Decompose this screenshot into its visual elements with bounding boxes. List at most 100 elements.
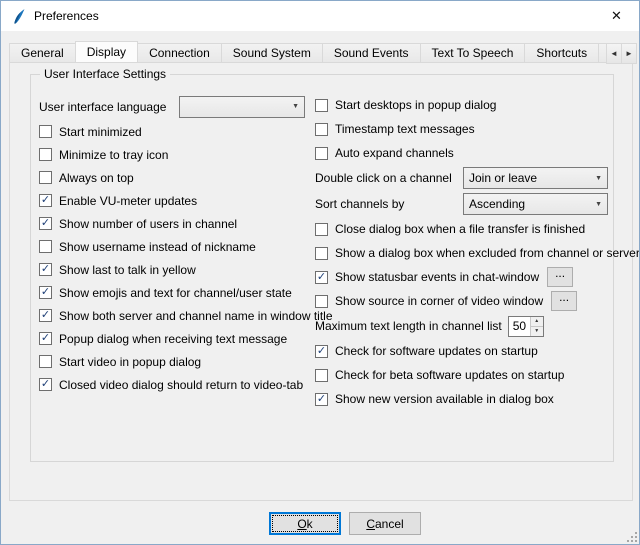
- checkbox-start-minimized[interactable]: [39, 125, 52, 138]
- tab-scroll-right-button[interactable]: ►: [621, 43, 637, 64]
- max-text-length-spinbox[interactable]: 50 ▲ ▼: [508, 316, 544, 337]
- checkbox-check-beta-updates[interactable]: [315, 369, 328, 382]
- label-video-popup: Start video in popup dialog: [59, 355, 201, 369]
- checkbox-vu-meter[interactable]: ✓: [39, 194, 52, 207]
- window-title: Preferences: [34, 9, 99, 23]
- spin-up-icon: ▲: [534, 318, 539, 324]
- arrow-right-icon: ►: [625, 49, 633, 58]
- resize-grip[interactable]: [625, 530, 638, 543]
- row-popup-text-message[interactable]: ✓ Popup dialog when receiving text messa…: [39, 327, 309, 350]
- label-popup-text-message: Popup dialog when receiving text message: [59, 332, 287, 346]
- close-button[interactable]: ✕: [594, 1, 639, 30]
- row-check-beta-updates[interactable]: Check for beta software updates on start…: [315, 363, 611, 387]
- row-always-on-top[interactable]: Always on top: [39, 166, 309, 189]
- checkbox-video-source-corner[interactable]: [315, 295, 328, 308]
- row-close-file-transfer[interactable]: Close dialog box when a file transfer is…: [315, 217, 611, 241]
- checkbox-show-user-count[interactable]: ✓: [39, 217, 52, 230]
- checkbox-show-username[interactable]: [39, 240, 52, 253]
- label-show-username: Show username instead of nickname: [59, 240, 256, 254]
- tab-general[interactable]: General: [9, 43, 76, 62]
- row-excluded-dialog[interactable]: Show a dialog box when excluded from cha…: [315, 241, 611, 265]
- titlebar[interactable]: Preferences ✕: [1, 1, 639, 31]
- label-desktops-popup: Start desktops in popup dialog: [335, 98, 496, 112]
- checkbox-minimize-to-tray[interactable]: [39, 148, 52, 161]
- spin-down-icon: ▼: [534, 328, 539, 334]
- checkbox-last-to-talk[interactable]: ✓: [39, 263, 52, 276]
- row-auto-expand[interactable]: Auto expand channels: [315, 141, 611, 165]
- spin-up-button[interactable]: ▲: [530, 317, 543, 327]
- checkbox-new-version-dialog[interactable]: ✓: [315, 393, 328, 406]
- tab-shortcuts[interactable]: Shortcuts: [524, 43, 599, 62]
- ellipsis-label: ...: [555, 268, 565, 278]
- spin-down-button[interactable]: ▼: [530, 327, 543, 336]
- label-minimize-to-tray: Minimize to tray icon: [59, 148, 168, 162]
- checkbox-timestamp-messages[interactable]: [315, 123, 328, 136]
- checkbox-desktops-popup[interactable]: [315, 99, 328, 112]
- row-statusbar-events[interactable]: ✓ Show statusbar events in chat-window .…: [315, 265, 611, 289]
- preferences-window: Preferences ✕ General Display Connection…: [0, 0, 640, 545]
- label-check-beta-updates: Check for beta software updates on start…: [335, 368, 564, 382]
- sort-channels-combobox[interactable]: Ascending ▼: [463, 193, 608, 215]
- label-start-minimized: Start minimized: [59, 125, 142, 139]
- label-excluded-dialog: Show a dialog box when excluded from cha…: [335, 246, 640, 260]
- row-show-user-count[interactable]: ✓ Show number of users in channel: [39, 212, 309, 235]
- row-check-updates[interactable]: ✓ Check for software updates on startup: [315, 339, 611, 363]
- checkbox-window-title[interactable]: ✓: [39, 309, 52, 322]
- row-minimize-to-tray[interactable]: Minimize to tray icon: [39, 143, 309, 166]
- label-timestamp-messages: Timestamp text messages: [335, 122, 475, 136]
- statusbar-events-more-button[interactable]: ...: [547, 267, 573, 287]
- row-start-minimized[interactable]: Start minimized: [39, 120, 309, 143]
- label-statusbar-events: Show statusbar events in chat-window: [335, 270, 539, 284]
- chevron-down-icon: ▼: [292, 103, 299, 110]
- row-show-username[interactable]: Show username instead of nickname: [39, 235, 309, 258]
- checkbox-video-popup[interactable]: [39, 355, 52, 368]
- tab-display[interactable]: Display: [75, 41, 138, 62]
- close-icon: ✕: [611, 8, 622, 24]
- checkbox-emojis[interactable]: ✓: [39, 286, 52, 299]
- row-vu-meter[interactable]: ✓ Enable VU-meter updates: [39, 189, 309, 212]
- double-click-value: Join or leave: [469, 171, 537, 185]
- checkbox-always-on-top[interactable]: [39, 171, 52, 184]
- tab-bar: General Display Connection Sound System …: [9, 40, 617, 62]
- tab-scroll-buttons: ◄ ►: [607, 43, 637, 62]
- row-new-version-dialog[interactable]: ✓ Show new version available in dialog b…: [315, 387, 611, 411]
- label-emojis: Show emojis and text for channel/user st…: [59, 286, 292, 300]
- video-source-more-button[interactable]: ...: [551, 291, 577, 311]
- checkbox-close-file-transfer[interactable]: [315, 223, 328, 236]
- row-video-popup[interactable]: Start video in popup dialog: [39, 350, 309, 373]
- checkbox-check-updates[interactable]: ✓: [315, 345, 328, 358]
- row-sort-channels: Sort channels by Ascending ▼: [315, 191, 611, 217]
- cancel-button[interactable]: Cancel: [349, 512, 421, 535]
- row-desktops-popup[interactable]: Start desktops in popup dialog: [315, 93, 611, 117]
- row-last-to-talk[interactable]: ✓ Show last to talk in yellow: [39, 258, 309, 281]
- row-video-return-tab[interactable]: ✓ Closed video dialog should return to v…: [39, 373, 309, 396]
- label-new-version-dialog: Show new version available in dialog box: [335, 392, 554, 406]
- ui-language-combobox[interactable]: ▼: [179, 96, 305, 118]
- checkbox-video-return-tab[interactable]: ✓: [39, 378, 52, 391]
- ellipsis-label: ...: [559, 292, 569, 302]
- checkbox-popup-text-message[interactable]: ✓: [39, 332, 52, 345]
- tab-sound-system[interactable]: Sound System: [221, 43, 323, 62]
- tab-connection[interactable]: Connection: [137, 43, 222, 62]
- label-sort-channels: Sort channels by: [315, 197, 463, 211]
- sort-channels-value: Ascending: [469, 197, 525, 211]
- tab-text-to-speech[interactable]: Text To Speech: [420, 43, 526, 62]
- row-ui-language: User interface language ▼: [39, 93, 309, 120]
- checkbox-excluded-dialog[interactable]: [315, 247, 328, 260]
- double-click-combobox[interactable]: Join or leave ▼: [463, 167, 608, 189]
- label-ui-language: User interface language: [39, 100, 179, 114]
- tab-scroll-left-button[interactable]: ◄: [606, 43, 622, 64]
- label-vu-meter: Enable VU-meter updates: [59, 194, 197, 208]
- row-max-text-length: Maximum text length in channel list 50 ▲…: [315, 313, 611, 339]
- row-video-source-corner[interactable]: Show source in corner of video window ..…: [315, 289, 611, 313]
- row-timestamp-messages[interactable]: Timestamp text messages: [315, 117, 611, 141]
- checkbox-statusbar-events[interactable]: ✓: [315, 271, 328, 284]
- tab-sound-events[interactable]: Sound Events: [322, 43, 421, 62]
- row-emojis[interactable]: ✓ Show emojis and text for channel/user …: [39, 281, 309, 304]
- right-column: Start desktops in popup dialog Timestamp…: [315, 93, 611, 411]
- row-window-title[interactable]: ✓ Show both server and channel name in w…: [39, 304, 309, 327]
- app-icon: [10, 8, 27, 25]
- ok-button[interactable]: Ok: [269, 512, 341, 535]
- checkbox-auto-expand[interactable]: [315, 147, 328, 160]
- label-window-title: Show both server and channel name in win…: [59, 309, 333, 323]
